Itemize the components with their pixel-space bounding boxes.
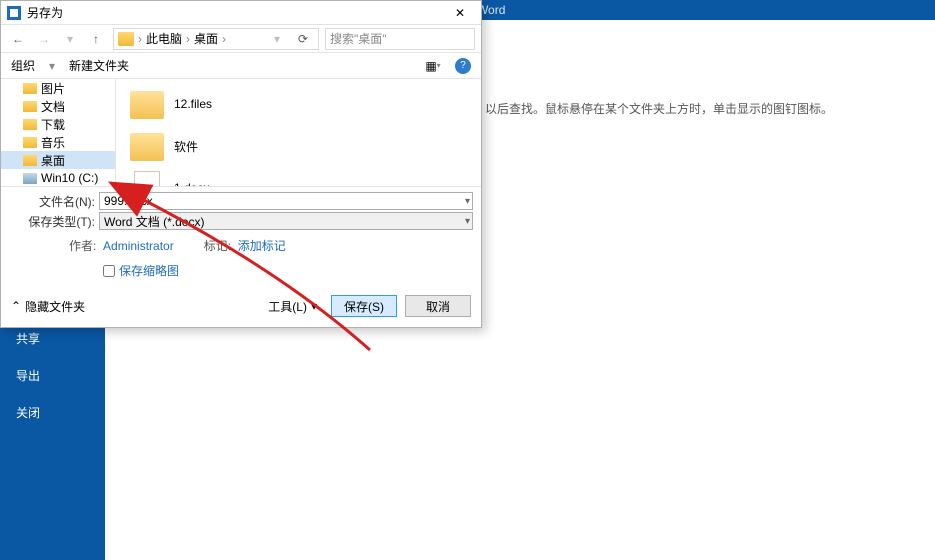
nav-forward-icon: →: [33, 28, 55, 50]
folder-icon: [23, 155, 37, 166]
cancel-button[interactable]: 取消: [405, 295, 471, 317]
chevron-down-icon[interactable]: ▾: [465, 196, 470, 207]
tree-node: 下载: [1, 115, 115, 133]
search-placeholder: 搜索"桌面": [330, 30, 387, 47]
drive-icon: [23, 173, 37, 184]
tree-node: 音乐: [1, 133, 115, 151]
docx-icon: [134, 171, 160, 186]
author-value[interactable]: Administrator: [103, 239, 174, 253]
nav-back-icon[interactable]: ←: [7, 28, 29, 50]
chevron-right-icon: ›: [138, 32, 142, 46]
dialog-toolbar: 组织 ▾ 新建文件夹 ▦ ▾ ?: [1, 53, 481, 79]
refresh-icon[interactable]: ⟳: [292, 28, 314, 50]
nav-row: ← → ▾ ↑ › 此电脑 › 桌面 › ▾ ⟳ 搜索"桌面": [1, 25, 481, 53]
sidebar-item-export[interactable]: 导出: [0, 357, 105, 394]
folder-icon: [23, 101, 37, 112]
folder-icon: [130, 91, 164, 119]
filename-input[interactable]: 999.docx ▾: [99, 192, 473, 210]
file-item[interactable]: 12.files: [120, 83, 477, 125]
folder-icon: [118, 32, 134, 46]
filename-label: 文件名(N):: [9, 193, 95, 210]
hide-folders-toggle[interactable]: ⌃ 隐藏文件夹: [11, 298, 85, 315]
chevron-down-icon: ▾: [311, 299, 317, 313]
save-as-dialog: 另存为 ✕ ← → ▾ ↑ › 此电脑 › 桌面 › ▾ ⟳ 搜索"桌面" 组织…: [0, 0, 482, 328]
chevron-right-icon: ›: [186, 32, 190, 46]
tags-value[interactable]: 添加标记: [238, 239, 286, 253]
chevron-down-icon[interactable]: ▾: [465, 216, 470, 227]
close-icon[interactable]: ✕: [445, 6, 475, 20]
author-label: 作者:: [69, 239, 96, 253]
new-folder-button[interactable]: 新建文件夹: [69, 57, 129, 74]
organize-button[interactable]: 组织: [11, 57, 35, 74]
breadcrumb[interactable]: › 此电脑 › 桌面 › ▾ ⟳: [113, 28, 319, 50]
file-item[interactable]: 软件: [120, 125, 477, 167]
view-icon[interactable]: ▦ ▾: [425, 58, 441, 74]
folder-icon: [23, 83, 37, 94]
tree-node: 图片: [1, 79, 115, 97]
hint-text: 以后查找。鼠标悬停在某个文件夹上方时，单击显示的图钉图标。: [485, 100, 833, 117]
dialog-footer: ⌃ 隐藏文件夹 工具(L) ▾ 保存(S) 取消: [1, 289, 481, 327]
dialog-body: 图片 文档 下载 音乐 桌面 Win10 (C:) 12.files 软件 1.…: [1, 79, 481, 186]
folder-icon: [23, 119, 37, 130]
chevron-right-icon: ›: [222, 32, 226, 46]
chevron-down-icon: ▾: [49, 59, 55, 73]
tree-node-drive: Win10 (C:): [1, 169, 115, 186]
filename-section: 文件名(N): 999.docx ▾ 保存类型(T): Word 文档 (*.d…: [1, 186, 481, 289]
file-list[interactable]: 12.files 软件 1.docx: [116, 79, 481, 186]
folder-tree[interactable]: 图片 文档 下载 音乐 桌面 Win10 (C:): [1, 79, 116, 186]
chevron-up-icon: ⌃: [11, 299, 21, 313]
folder-icon: [130, 133, 164, 161]
nav-recent-icon[interactable]: ▾: [59, 28, 81, 50]
file-item[interactable]: 1.docx: [120, 167, 477, 186]
nav-up-icon[interactable]: ↑: [85, 28, 107, 50]
breadcrumb-item[interactable]: 桌面: [194, 30, 218, 47]
breadcrumb-item[interactable]: 此电脑: [146, 30, 182, 47]
dialog-titlebar: 另存为 ✕: [1, 1, 481, 25]
save-as-icon: [7, 6, 21, 20]
sidebar-item-close[interactable]: 关闭: [0, 394, 105, 431]
dialog-title: 另存为: [27, 4, 63, 21]
tags-label: 标记:: [204, 239, 231, 253]
folder-icon: [23, 137, 37, 148]
tools-button[interactable]: 工具(L) ▾: [262, 298, 323, 315]
tree-node: 文档: [1, 97, 115, 115]
save-thumbnail-checkbox[interactable]: [103, 265, 115, 277]
breadcrumb-dropdown-icon[interactable]: ▾: [266, 28, 288, 50]
save-button[interactable]: 保存(S): [331, 295, 397, 317]
filetype-select[interactable]: Word 文档 (*.docx) ▾: [99, 212, 473, 230]
help-icon[interactable]: ?: [455, 58, 471, 74]
tree-node-selected: 桌面: [1, 151, 115, 169]
filetype-label: 保存类型(T):: [9, 213, 95, 230]
save-thumbnail-label[interactable]: 保存缩略图: [119, 262, 179, 279]
search-input[interactable]: 搜索"桌面": [325, 28, 475, 50]
